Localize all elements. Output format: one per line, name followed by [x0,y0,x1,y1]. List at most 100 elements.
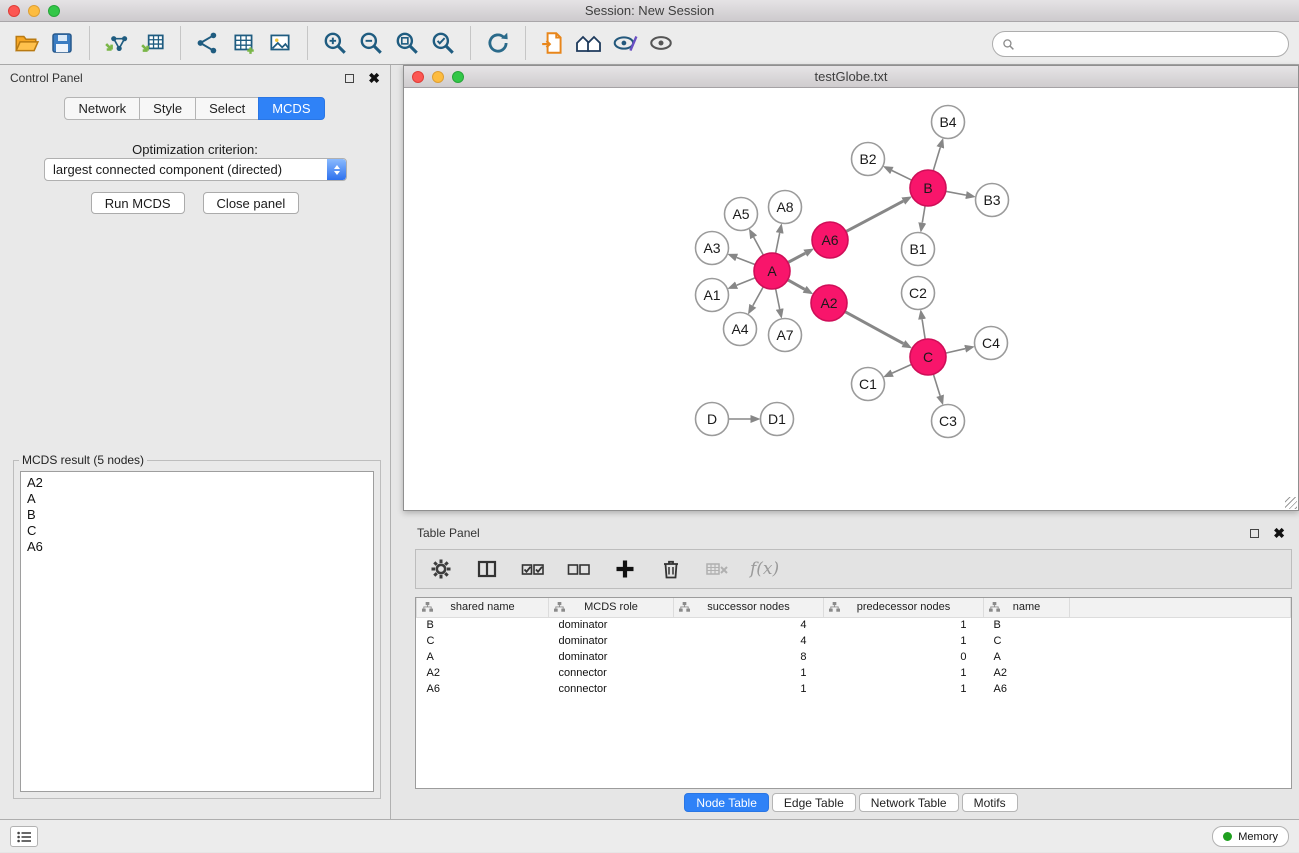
network-close-button[interactable] [412,71,424,83]
table-cell[interactable]: 0 [824,649,984,665]
table-cell[interactable]: A [417,649,549,665]
close-window-button[interactable] [8,5,20,17]
table-cell[interactable]: B [417,617,549,633]
task-history-button[interactable] [10,826,38,847]
table-cell[interactable]: 1 [674,681,824,697]
table-row[interactable]: Bdominator41B [417,617,1291,633]
table-cell[interactable]: C [417,633,549,649]
edge-A-A7[interactable] [776,289,780,309]
edge-B-B3[interactable] [946,191,966,195]
result-item[interactable]: A6 [27,539,367,555]
show-columns-icon[interactable] [474,556,500,582]
edge-C-C3[interactable] [933,374,940,396]
edge-A-A8[interactable] [776,233,780,253]
table-row[interactable]: A2connector11A2 [417,665,1291,681]
graph-node-C1[interactable]: C1 [852,368,885,401]
search-input[interactable] [1019,37,1279,52]
graph-node-C4[interactable]: C4 [975,327,1008,360]
add-row-icon[interactable] [612,556,638,582]
table-cell[interactable]: B [984,617,1070,633]
zoom-out-icon[interactable] [353,25,389,61]
zoom-selected-icon[interactable] [425,25,461,61]
column-header-shared-name[interactable]: shared name [417,598,549,617]
table-row[interactable]: A6connector11A6 [417,681,1291,697]
table-cell[interactable]: A2 [417,665,549,681]
hide-selected-icon[interactable] [607,25,643,61]
run-mcds-button[interactable]: Run MCDS [91,192,185,214]
float-panel-icon[interactable] [345,74,354,83]
tab-select[interactable]: Select [195,97,259,120]
delete-row-icon[interactable] [658,556,684,582]
apply-function-icon[interactable]: f(x) [750,559,779,579]
column-header-mcds-role[interactable]: MCDS role [549,598,674,617]
zoom-window-button[interactable] [48,5,60,17]
table-settings-icon[interactable] [428,556,454,582]
graph-node-A8[interactable]: A8 [769,191,802,224]
column-header-predecessor-nodes[interactable]: predecessor nodes [824,598,984,617]
tab-style[interactable]: Style [139,97,196,120]
tab-mcds[interactable]: MCDS [258,97,324,120]
zoom-fit-icon[interactable] [389,25,425,61]
show-all-icon[interactable] [643,25,679,61]
column-header-name[interactable]: name [984,598,1070,617]
new-network-icon[interactable] [190,25,226,61]
table-cell[interactable]: dominator [549,617,674,633]
table-cell[interactable]: 1 [824,665,984,681]
edge-A-A2[interactable] [788,280,805,290]
new-table-icon[interactable] [226,25,262,61]
table-cell[interactable]: 1 [674,665,824,681]
import-table-icon[interactable] [135,25,171,61]
tab-node-table[interactable]: Node Table [684,793,769,812]
table-cell[interactable]: 4 [674,617,824,633]
network-overview-icon[interactable] [535,25,571,61]
edge-A-A5[interactable] [754,237,764,255]
mcds-result-list[interactable]: A2ABCA6 [20,471,374,792]
result-item[interactable]: A [27,491,367,507]
graph-node-D1[interactable]: D1 [761,403,794,436]
optimization-criterion-select[interactable]: largest connected component (directed) [44,158,347,181]
network-window-titlebar[interactable]: testGlobe.txt [404,66,1298,88]
deselect-all-icon[interactable] [566,556,592,582]
result-item[interactable]: A2 [27,475,367,491]
network-zoom-button[interactable] [452,71,464,83]
table-cell[interactable]: 1 [824,681,984,697]
table-cell[interactable]: dominator [549,649,674,665]
tab-edge-table[interactable]: Edge Table [772,793,856,812]
graph-node-B1[interactable]: B1 [902,233,935,266]
save-session-icon[interactable] [44,25,80,61]
network-minimize-button[interactable] [432,71,444,83]
graph-node-B4[interactable]: B4 [932,106,965,139]
graph-node-A4[interactable]: A4 [724,313,757,346]
graph-node-A2[interactable]: A2 [811,285,847,321]
edge-A-A4[interactable] [753,287,764,306]
table-cell[interactable]: 8 [674,649,824,665]
graph-node-A1[interactable]: A1 [696,279,729,312]
table-cell[interactable]: A6 [984,681,1070,697]
minimize-window-button[interactable] [28,5,40,17]
edge-A-A1[interactable] [737,278,756,286]
graph-node-A3[interactable]: A3 [696,232,729,265]
graph-node-B2[interactable]: B2 [852,143,885,176]
edge-C-C4[interactable] [946,349,966,353]
graph-node-A5[interactable]: A5 [725,198,758,231]
table-cell[interactable]: 1 [824,633,984,649]
edge-C-C2[interactable] [922,319,925,339]
tab-motifs[interactable]: Motifs [962,793,1018,812]
table-row[interactable]: Cdominator41C [417,633,1291,649]
graph-node-A7[interactable]: A7 [769,319,802,352]
result-item[interactable]: C [27,523,367,539]
table-cell[interactable]: A2 [984,665,1070,681]
refresh-icon[interactable] [480,25,516,61]
table-cell[interactable]: dominator [549,633,674,649]
window-resize-handle[interactable] [1285,497,1297,509]
toolbar-search[interactable] [992,31,1289,57]
column-header-successor-nodes[interactable]: successor nodes [674,598,824,617]
table-cell[interactable]: connector [549,681,674,697]
edge-C-C1[interactable] [892,364,911,373]
edge-A2-C[interactable] [845,312,904,344]
graph-node-D[interactable]: D [696,403,729,436]
table-cell[interactable]: 4 [674,633,824,649]
edge-B-B4[interactable] [933,147,940,170]
export-image-icon[interactable] [262,25,298,61]
network-canvas[interactable]: B4B2BB3A5A8A6A3B1AC2A1A2A4A7C4CC1C3DD1 [404,88,1298,510]
